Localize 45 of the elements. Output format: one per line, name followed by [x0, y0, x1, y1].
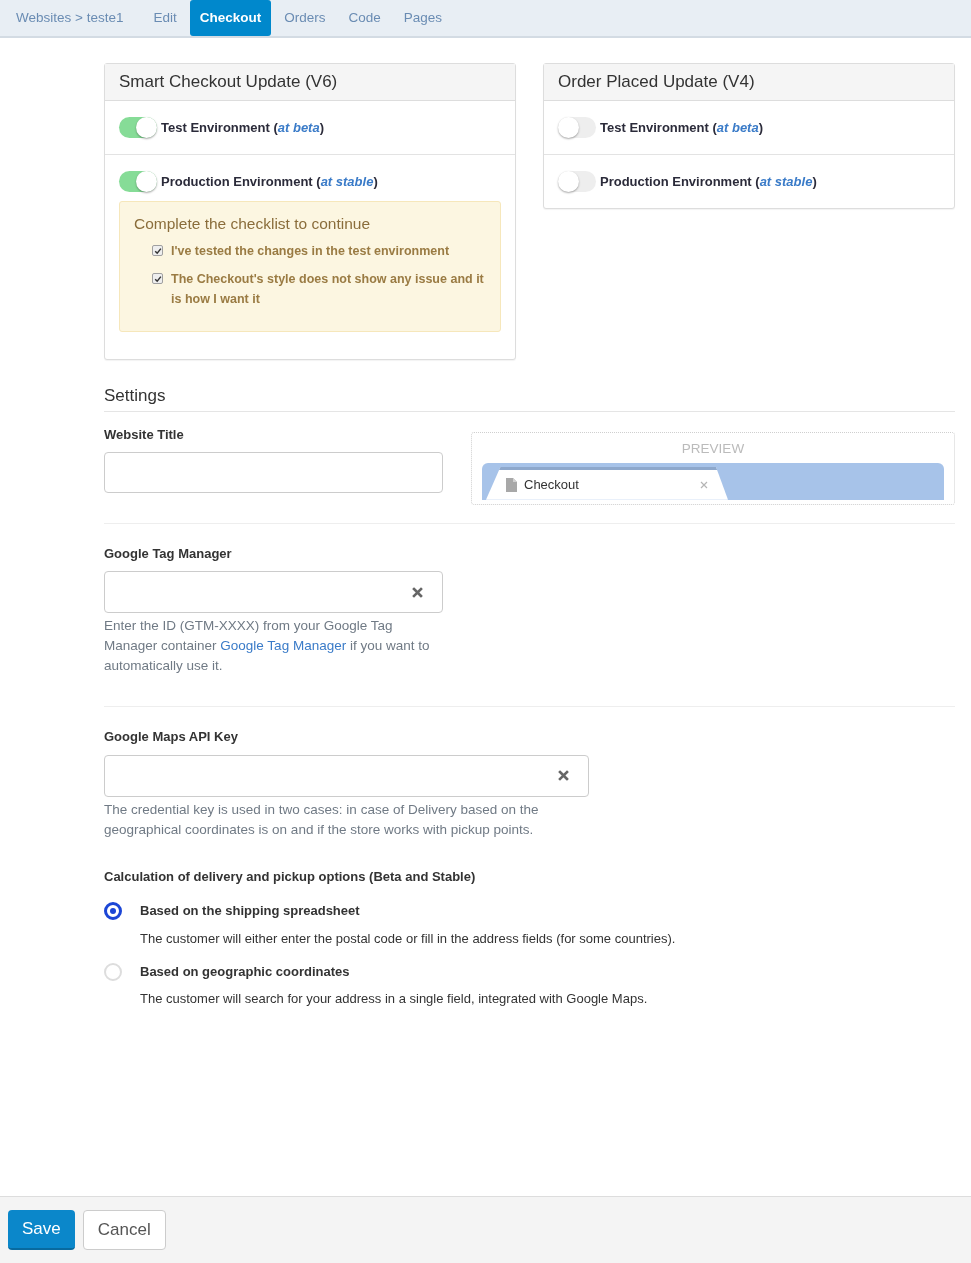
radio-button[interactable] — [104, 902, 122, 920]
close-icon — [700, 480, 708, 489]
nav-tab[interactable]: Pages — [393, 0, 453, 36]
checklist-title: Complete the checklist to continue — [134, 214, 372, 234]
toggle-switch[interactable] — [119, 171, 157, 192]
text-field[interactable] — [104, 452, 443, 494]
option-label: Based on geographic coordinates — [140, 962, 350, 981]
nav-tab[interactable]: Edit — [143, 0, 187, 36]
text-field[interactable] — [104, 571, 443, 614]
cancel-button[interactable]: Cancel — [82, 1210, 166, 1250]
field-label: Google Maps API Key — [104, 728, 239, 747]
field-label: Google Tag Manager — [104, 544, 233, 563]
text-field[interactable] — [104, 754, 589, 797]
breadcrumb-link[interactable]: Websites > teste1 — [7, 0, 133, 36]
help-link[interactable]: Google Tag Manager — [220, 638, 347, 654]
environment-label: Production Environment (at stable) — [600, 172, 817, 191]
help-text: The credential key is used in two cases: in case of Delivery based on the geographical coordinates is on and if the store works with pickup points. — [104, 800, 540, 839]
checklist-item-label: I've tested the changes in the test environment — [171, 243, 450, 261]
checkbox[interactable] — [152, 273, 163, 285]
toggle-switch[interactable] — [558, 171, 596, 192]
preview-title: PREVIEW — [681, 440, 745, 456]
environment-label: Test Environment (at beta) — [161, 118, 325, 137]
toggle-switch[interactable] — [119, 117, 157, 138]
panel-title: Smart Checkout Update (V6) — [119, 71, 338, 94]
nav-tab[interactable]: Checkout — [189, 0, 272, 36]
field-label: Calculation of delivery and pickup options (Beta and Stable) — [104, 867, 477, 886]
environment-label: Test Environment (at beta) — [600, 118, 764, 137]
clear-icon — [558, 770, 569, 782]
option-description: The customer will either enter the postal code or fill in the address fields (for some countries). — [140, 929, 677, 948]
option-label: Based on the shipping spreadsheet — [140, 902, 360, 921]
nav-tab[interactable]: Code — [338, 0, 391, 36]
panel-title: Order Placed Update (V4) — [558, 71, 755, 94]
checklist-item-label: The Checkout's style does not show any issue and it is how I want it — [171, 271, 485, 309]
help-text: Enter the ID (GTM-XXXX) from your Google Tag Manager container Google Tag Manager if you want to automatically use it. — [104, 617, 431, 676]
section-title: Settings — [104, 386, 166, 406]
environment-label: Production Environment (at stable) — [161, 172, 378, 191]
option-description: The customer will search for your address in a single field, integrated with Google Maps. — [140, 990, 649, 1009]
save-button[interactable]: Save — [8, 1210, 75, 1250]
nav-tab[interactable]: Orders — [274, 0, 336, 36]
checkbox[interactable] — [152, 245, 163, 257]
tab-title: Checkout — [524, 476, 580, 494]
field-label: Website Title — [104, 425, 185, 444]
file-icon — [506, 477, 517, 492]
clear-icon — [412, 586, 423, 598]
toggle-switch[interactable] — [558, 117, 596, 138]
